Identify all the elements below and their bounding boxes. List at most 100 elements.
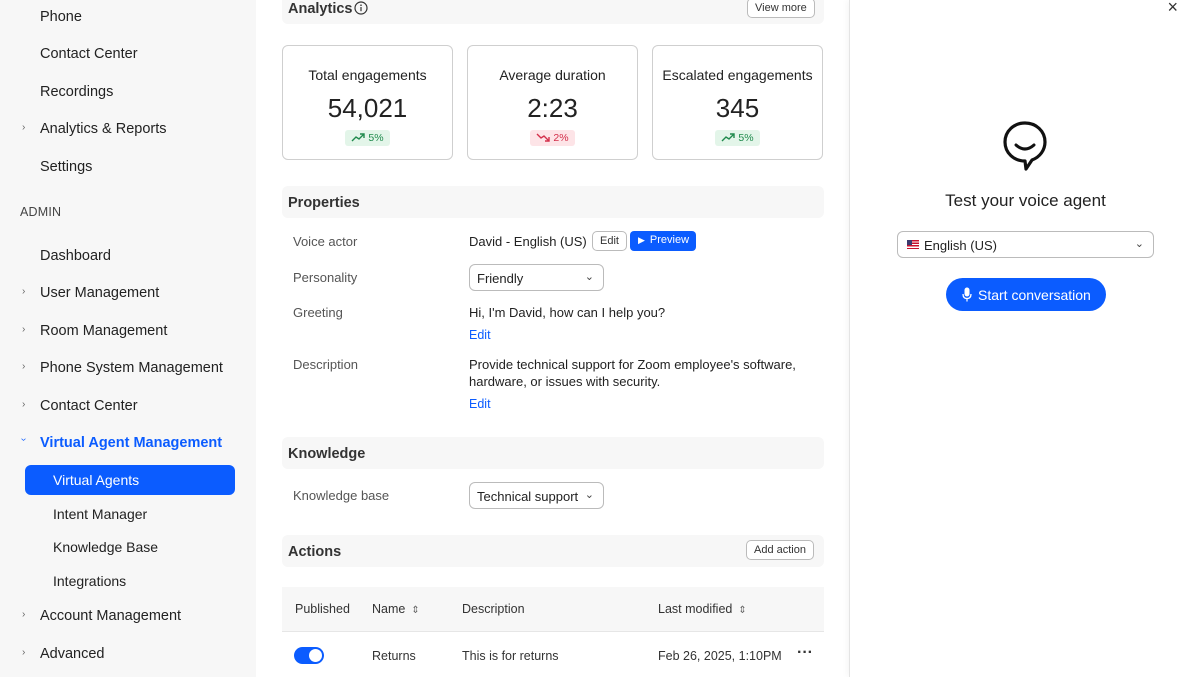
chevron-right-icon[interactable]: › — [22, 399, 25, 410]
chevron-right-icon[interactable]: › — [22, 122, 25, 133]
nav-recordings[interactable]: Recordings — [40, 84, 113, 100]
col-published: Published — [295, 602, 350, 616]
card-delta: 2% — [553, 132, 569, 144]
trend-down-icon — [536, 133, 551, 142]
trend-up-badge: 5% — [715, 130, 760, 146]
preview-label: Preview — [649, 234, 690, 246]
nav-phone[interactable]: Phone — [40, 9, 82, 25]
nav-contact-center[interactable]: Contact Center — [40, 46, 138, 62]
panel-title: Test your voice agent — [945, 191, 1106, 210]
action-description: This is for returns — [462, 649, 559, 663]
trend-up-icon — [721, 133, 736, 142]
language-value: English (US) — [924, 238, 997, 253]
knowledge-header: Knowledge — [282, 437, 824, 469]
col-name[interactable]: Name ⇕ — [372, 602, 420, 616]
action-name-link[interactable]: Returns — [372, 649, 416, 663]
sort-icon[interactable]: ⇕ — [738, 605, 746, 616]
voice-actor-label: Voice actor — [293, 234, 358, 249]
nav-dashboard[interactable]: Dashboard — [40, 248, 111, 264]
main-content: Analytics View more Total engagements 54… — [256, 0, 849, 677]
chevron-right-icon[interactable]: › — [22, 324, 25, 335]
col-last-modified-label: Last modified — [658, 602, 733, 616]
card-value: 2:23 — [527, 93, 578, 123]
start-conversation-button[interactable]: Start conversation — [946, 278, 1106, 311]
language-select[interactable]: English (US) ⌄ — [897, 231, 1154, 258]
trend-up-icon — [351, 133, 366, 142]
microphone-icon — [962, 287, 972, 302]
chevron-down-icon: ⌄ — [1134, 238, 1144, 250]
properties-title: Properties — [288, 195, 360, 211]
nav-room-management[interactable]: Room Management — [40, 323, 167, 339]
knowledge-base-select[interactable]: Technical support ⌄ — [469, 482, 604, 509]
personality-value: Friendly — [477, 271, 524, 286]
action-last-modified: Feb 26, 2025, 1:10PM — [658, 649, 782, 663]
play-icon: ▶ — [638, 235, 645, 245]
nav-user-management[interactable]: User Management — [40, 285, 159, 301]
nav-virtual-agents[interactable]: Virtual Agents — [25, 465, 235, 495]
col-name-label: Name — [372, 602, 406, 616]
personality-select[interactable]: Friendly ⌄ — [469, 264, 604, 291]
actions-header: Actions Add action — [282, 535, 824, 567]
chevron-right-icon[interactable]: › — [22, 647, 25, 658]
chevron-right-icon[interactable]: › — [22, 286, 25, 297]
nav-integrations[interactable]: Integrations — [53, 573, 126, 589]
test-agent-panel: × Test your voice agent English (US) ⌄ S… — [849, 0, 1200, 677]
analytics-header: Analytics View more — [282, 0, 824, 24]
escalated-engagements-card: Escalated engagements 345 5% — [652, 45, 823, 160]
us-flag-icon — [907, 240, 919, 249]
nav-intent-manager[interactable]: Intent Manager — [53, 506, 147, 522]
card-delta: 5% — [368, 132, 384, 144]
trend-up-badge: 5% — [345, 130, 390, 146]
description-label: Description — [293, 357, 359, 372]
card-title: Total engagements — [308, 67, 427, 83]
view-more-button[interactable]: View more — [747, 0, 815, 18]
knowledge-title: Knowledge — [288, 446, 366, 462]
description-line-1: Provide technical support for Zoom emplo… — [469, 357, 796, 372]
nav-settings[interactable]: Settings — [40, 159, 92, 175]
nav-virtual-agent-management[interactable]: Virtual Agent Management — [40, 435, 222, 451]
properties-header: Properties — [282, 186, 824, 218]
actions-title: Actions — [288, 544, 342, 560]
nav-advanced[interactable]: Advanced — [40, 646, 105, 662]
sidebar: Phone Contact Center Recordings › Analyt… — [0, 0, 256, 677]
greeting-label: Greeting — [293, 305, 343, 320]
average-duration-card: Average duration 2:23 2% — [467, 45, 638, 160]
add-action-button[interactable]: Add action — [746, 540, 814, 560]
col-description: Description — [462, 602, 525, 616]
card-value: 345 — [715, 93, 760, 123]
edit-greeting-link[interactable]: Edit — [469, 328, 491, 342]
card-value: 54,021 — [327, 93, 408, 123]
toggle-knob — [309, 649, 322, 662]
nav-knowledge-base[interactable]: Knowledge Base — [53, 539, 158, 555]
start-conversation-label: Start conversation — [978, 287, 1091, 303]
nav-account-management[interactable]: Account Management — [40, 608, 181, 624]
published-toggle[interactable] — [294, 647, 324, 664]
admin-section-label: ADMIN — [20, 205, 62, 219]
more-options-icon[interactable]: ··· — [797, 644, 813, 662]
personality-label: Personality — [293, 270, 358, 285]
sort-icon[interactable]: ⇕ — [411, 605, 419, 616]
greeting-value: Hi, I'm David, how can I help you? — [469, 305, 666, 320]
card-delta: 5% — [738, 132, 754, 144]
chevron-down-icon[interactable]: › — [18, 438, 29, 441]
nav-admin-contact-center[interactable]: Contact Center — [40, 398, 138, 414]
chevron-right-icon[interactable]: › — [22, 361, 25, 372]
nav-analytics-reports[interactable]: Analytics & Reports — [40, 121, 167, 137]
voice-actor-value: David - English (US) — [469, 234, 587, 249]
nav-phone-system-management[interactable]: Phone System Management — [40, 360, 223, 376]
trend-down-badge: 2% — [530, 130, 575, 146]
close-icon[interactable]: × — [1167, 0, 1178, 18]
chevron-right-icon[interactable]: › — [22, 609, 25, 620]
preview-button[interactable]: ▶ Preview — [630, 231, 696, 251]
card-title: Average duration — [499, 67, 606, 83]
card-title: Escalated engagements — [662, 67, 813, 83]
table-row: Returns This is for returns Feb 26, 2025… — [282, 631, 824, 677]
col-last-modified[interactable]: Last modified ⇕ — [658, 602, 747, 616]
analytics-title: Analytics — [288, 1, 353, 17]
voice-agent-icon — [1003, 121, 1047, 171]
total-engagements-card: Total engagements 54,021 5% — [282, 45, 453, 160]
edit-voice-actor-button[interactable]: Edit — [592, 231, 627, 251]
info-icon[interactable] — [354, 1, 368, 15]
edit-description-link[interactable]: Edit — [469, 397, 491, 411]
chevron-down-icon: ⌄ — [584, 489, 594, 501]
